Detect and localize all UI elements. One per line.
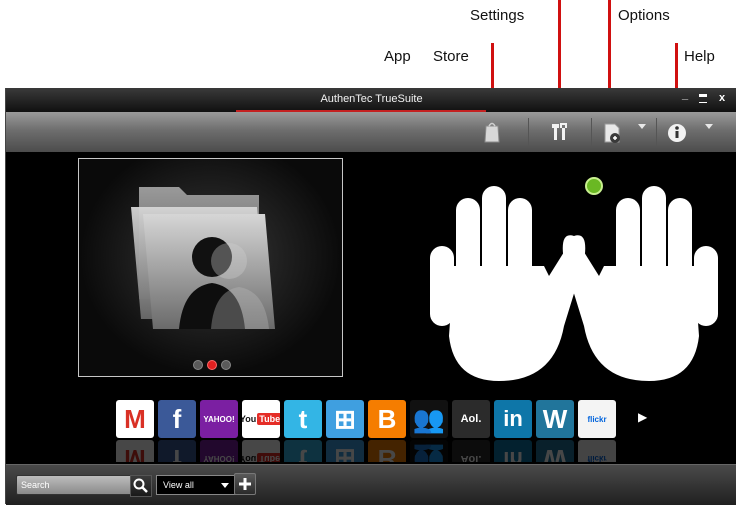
- app-label: Aol.: [460, 413, 482, 425]
- app-youtube-icon[interactable]: You Tube: [242, 400, 280, 438]
- app-label: t: [298, 444, 308, 463]
- app-label-secondary: Tube: [257, 413, 280, 425]
- options-icon: [604, 123, 620, 143]
- app-label: M: [124, 403, 146, 434]
- app-yahoo-icon[interactable]: YAHOO!: [200, 400, 238, 438]
- callout-app: App: [384, 48, 411, 65]
- app-twitter-reflection: t: [284, 440, 322, 462]
- help-button[interactable]: [666, 118, 690, 146]
- app-label: You: [242, 414, 257, 424]
- app-aol-icon[interactable]: Aol.: [452, 400, 490, 438]
- app-label: t: [298, 403, 308, 434]
- app-blogger-icon[interactable]: B: [368, 400, 406, 438]
- app-store-button[interactable]: [480, 118, 504, 146]
- app-facebook-icon[interactable]: f: [158, 400, 196, 438]
- settings-button[interactable]: [549, 118, 571, 146]
- app-twitter-icon[interactable]: t: [284, 400, 322, 438]
- app-label: ⊞: [334, 403, 356, 434]
- app-windows-reflection: ⊞: [326, 440, 364, 462]
- callout-store: Store: [433, 48, 469, 65]
- toolbar-separator: [528, 118, 529, 146]
- callout-help: Help: [684, 48, 715, 65]
- search-button[interactable]: [130, 475, 152, 497]
- app-label-secondary: Tube: [257, 453, 280, 462]
- toolbar-separator: [656, 118, 657, 146]
- app-facebook-reflection: f: [158, 440, 196, 462]
- app-dock-reflection: Mf YAHOO! YouTube t ⊞ B 👥 Aol. in Wflickr: [116, 440, 620, 462]
- app-label: 👥: [412, 403, 446, 434]
- settings-icon: [552, 123, 567, 140]
- add-app-button[interactable]: [234, 473, 256, 495]
- app-label: B: [377, 403, 397, 434]
- app-store-icon: [484, 122, 500, 143]
- app-gmail-icon[interactable]: M: [116, 400, 154, 438]
- help-dropdown-caret[interactable]: [705, 124, 713, 129]
- app-label: M: [124, 444, 146, 463]
- help-icon: [668, 124, 686, 142]
- user-preview-panel: [78, 158, 343, 377]
- app-label: f: [172, 444, 182, 463]
- carousel-pagination: [193, 357, 235, 375]
- app-linkedin-icon[interactable]: in: [494, 400, 532, 438]
- app-label: YAHOO!: [203, 454, 235, 463]
- app-label: W: [542, 403, 568, 434]
- app-flickr-icon[interactable]: flickr: [578, 400, 616, 438]
- carousel-dot-1[interactable]: [193, 360, 203, 370]
- dock-next-arrow[interactable]: ▶: [638, 410, 647, 424]
- app-label: W: [542, 444, 568, 463]
- app-label: flickr: [587, 454, 607, 463]
- carousel-dot-2[interactable]: [207, 360, 217, 370]
- toolbar: [6, 112, 736, 153]
- app-label: B: [377, 444, 397, 463]
- options-dropdown-caret[interactable]: [638, 124, 646, 129]
- app-flickr-reflection: flickr: [578, 440, 616, 462]
- status-bar: Search View all: [6, 464, 736, 505]
- app-label: in: [503, 447, 523, 462]
- chevron-down-icon: [221, 483, 229, 488]
- app-myspace-icon[interactable]: 👥: [410, 400, 448, 438]
- app-label: ⊞: [334, 444, 356, 463]
- enrolled-finger-indicator: [585, 177, 603, 195]
- view-filter-select[interactable]: View all: [156, 475, 236, 495]
- app-linkedin-reflection: in: [494, 440, 532, 462]
- app-label: 👥: [412, 444, 446, 463]
- truesuite-window: AuthenTec TrueSuite _ x M f YAHOO! You T…: [5, 88, 736, 505]
- app-yahoo-reflection: YAHOO!: [200, 440, 238, 462]
- search-icon: [133, 478, 148, 493]
- app-blogger-reflection: B: [368, 440, 406, 462]
- user-folder-icon: [131, 187, 275, 329]
- app-dock: Mf YAHOO! You Tube t ⊞ B 👥 Aol. in Wflickr: [116, 400, 620, 440]
- plus-icon: [239, 478, 251, 490]
- view-filter-value: View all: [163, 480, 194, 490]
- close-button[interactable]: x: [719, 92, 725, 104]
- main-area: Mf YAHOO! You Tube t ⊞ B 👥 Aol. in Wflickr Mf YAHOO…: [6, 152, 736, 464]
- app-wordpress-reflection: W: [536, 440, 574, 462]
- app-aol-reflection: Aol.: [452, 440, 490, 462]
- toolbar-separator: [591, 118, 592, 146]
- app-windows-icon[interactable]: ⊞: [326, 400, 364, 438]
- callout-options: Options: [618, 7, 670, 24]
- minimize-button[interactable]: _: [682, 89, 688, 101]
- carousel-dot-3[interactable]: [221, 360, 231, 370]
- title-bar[interactable]: AuthenTec TrueSuite _ x: [6, 88, 736, 112]
- app-label: YAHOO!: [203, 414, 235, 424]
- app-myspace-reflection: 👥: [410, 440, 448, 462]
- options-button[interactable]: [602, 118, 624, 146]
- app-label: Aol.: [460, 453, 482, 462]
- app-label: in: [503, 406, 523, 431]
- window-title: AuthenTec TrueSuite: [320, 93, 423, 105]
- maximize-button[interactable]: [699, 94, 707, 103]
- callout-settings: Settings: [470, 7, 525, 24]
- fingerprint-hands-icon: [430, 177, 718, 381]
- app-label: f: [172, 403, 182, 434]
- app-label: You: [242, 454, 257, 462]
- app-youtube-reflection: YouTube: [242, 440, 280, 462]
- app-wordpress-icon[interactable]: W: [536, 400, 574, 438]
- app-gmail-reflection: M: [116, 440, 154, 462]
- app-label: flickr: [587, 414, 607, 424]
- search-input[interactable]: Search: [16, 475, 132, 495]
